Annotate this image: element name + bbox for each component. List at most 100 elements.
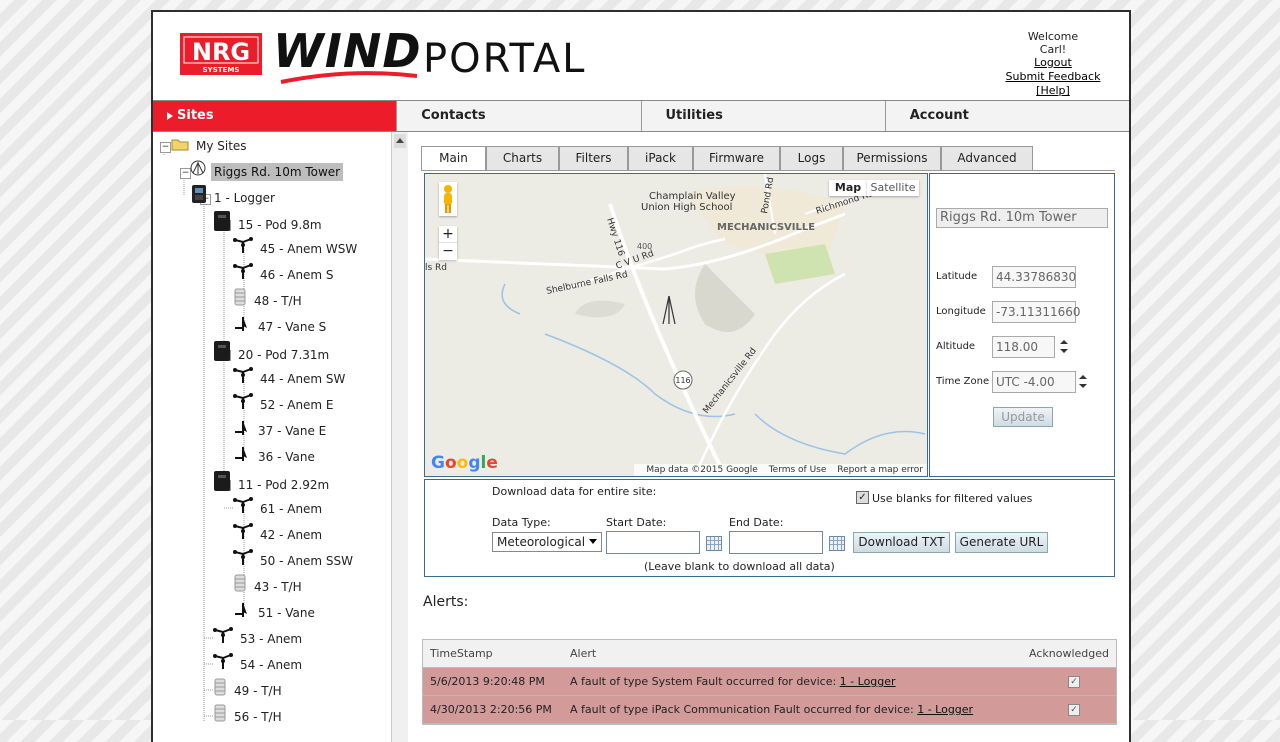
nav-account[interactable]: Account (885, 101, 1129, 131)
temp-humidity-icon (213, 704, 227, 730)
tree-node-label: 46 - Anem S (260, 267, 334, 282)
tree-node[interactable]: 56 - T/H (213, 704, 285, 728)
site-info-panel: Riggs Rd. 10m Tower Latitude 44.33786830… (929, 173, 1115, 477)
end-date-input[interactable] (729, 531, 823, 554)
start-date-label: Start Date: (606, 516, 667, 529)
tree-node[interactable]: 20 - Pod 7.31m (213, 340, 332, 364)
tab-permissions[interactable]: Permissions (843, 146, 941, 170)
latitude-field[interactable]: 44.33786830 (992, 266, 1076, 288)
zoom-out-icon[interactable]: − (439, 242, 457, 259)
site-name-field[interactable]: Riggs Rd. 10m Tower (936, 208, 1108, 228)
chevron-down-icon (589, 539, 597, 544)
map-terms-link[interactable]: Terms of Use (769, 465, 827, 475)
map-label-town: MECHANICSVILLE (717, 222, 815, 233)
tree-node[interactable]: 42 - Anem (233, 522, 325, 546)
tree-node[interactable]: 37 - Vane E (233, 418, 329, 442)
tree-node[interactable]: My Sites (171, 134, 250, 158)
arrow-right-icon (167, 112, 173, 120)
tree-node[interactable]: 49 - T/H (213, 678, 285, 702)
tree-node[interactable]: 51 - Vane (233, 600, 318, 624)
tab-main[interactable]: Main (421, 146, 486, 171)
route-116-shield: 116 (675, 376, 690, 385)
street-view-pegman-icon[interactable] (439, 182, 457, 216)
map-type-satellite-button[interactable]: Satellite (867, 180, 919, 196)
end-calendar-icon[interactable] (829, 536, 845, 551)
tree-scrollbar[interactable] (391, 132, 408, 742)
anemometer-icon (233, 522, 253, 548)
tree-node-label: 43 - T/H (254, 579, 302, 594)
acknowledged-checkbox[interactable]: ✓ (1068, 676, 1080, 688)
generate-url-button[interactable]: Generate URL (955, 532, 1048, 553)
altitude-field[interactable]: 118.00 (992, 336, 1055, 358)
tree-node-label: 52 - Anem E (260, 397, 334, 412)
tab-advanced[interactable]: Advanced (941, 146, 1033, 170)
tree-node-label: 47 - Vane S (258, 319, 327, 334)
map-report-link[interactable]: Report a map error (837, 465, 923, 475)
tree-node[interactable]: 54 - Anem (213, 652, 305, 676)
longitude-field[interactable]: -73.11311660 (992, 301, 1081, 323)
tree-node[interactable]: 1 - Logger (191, 184, 278, 208)
tree-node[interactable]: 45 - Anem WSW (233, 236, 360, 260)
use-blanks-checkbox[interactable]: ✓ (856, 491, 869, 504)
tree-node-label: 54 - Anem (240, 657, 303, 672)
timezone-spinner-icon[interactable] (1079, 375, 1087, 389)
nav-contacts[interactable]: Contacts (397, 101, 642, 131)
nav-utilities[interactable]: Utilities (641, 101, 886, 131)
tree-node[interactable]: Riggs Rd. 10m Tower (189, 159, 344, 183)
tree-node-label: 51 - Vane (258, 605, 315, 620)
tab-charts[interactable]: Charts (486, 146, 559, 170)
vane-icon (233, 600, 251, 626)
tree-node[interactable]: 15 - Pod 9.8m (213, 210, 325, 234)
tree-node-label: 61 - Anem (260, 501, 323, 516)
submit-feedback-link[interactable]: Submit Feedback (998, 70, 1108, 83)
map-type-map-button[interactable]: Map (829, 180, 867, 196)
tree-node-label: 11 - Pod 2.92m (238, 477, 330, 492)
nrg-logo-text: NRG (192, 38, 250, 66)
scroll-up-icon[interactable] (394, 134, 406, 148)
alert-device-link[interactable]: 1 - Logger (840, 675, 896, 688)
alert-text: A fault of type iPack Communication Faul… (570, 703, 918, 716)
tab-filters[interactable]: Filters (559, 146, 628, 170)
acknowledged-checkbox[interactable]: ✓ (1068, 704, 1080, 716)
tab-logs[interactable]: Logs (780, 146, 843, 170)
start-date-input[interactable] (606, 531, 700, 554)
tab-ipack[interactable]: iPack (628, 146, 693, 170)
tree-collapse-icon[interactable]: − (160, 142, 171, 153)
altitude-spinner-icon[interactable] (1060, 340, 1068, 354)
tree-node[interactable]: 44 - Anem SW (233, 366, 348, 390)
site-map[interactable]: 116 Champlain Valley Union High School M… (424, 173, 928, 477)
tab-firmware[interactable]: Firmware (693, 146, 780, 170)
logout-link[interactable]: Logout (998, 56, 1108, 69)
tree-node[interactable]: 61 - Anem (233, 496, 325, 520)
tab-divider (421, 170, 1115, 171)
col-alert: Alert (570, 647, 597, 660)
tree-node[interactable]: 52 - Anem E (233, 392, 337, 416)
anemometer-icon (233, 236, 253, 262)
folder-icon (171, 135, 189, 159)
vane-icon (233, 418, 251, 444)
data-type-select[interactable]: Meteorological (492, 532, 602, 552)
logo-portal: PORTAL (423, 36, 587, 82)
zoom-in-icon[interactable]: + (439, 226, 457, 242)
tree-node[interactable]: 11 - Pod 2.92m (213, 470, 332, 494)
help-link[interactable]: [Help] (998, 84, 1108, 97)
tree-node-label: 1 - Logger (214, 190, 275, 205)
tree-node[interactable]: 47 - Vane S (233, 314, 329, 338)
nav-sites[interactable]: Sites (153, 101, 398, 131)
alerts-table: TimeStamp Alert Acknowledged 5/6/2013 9:… (422, 639, 1117, 725)
tree-node[interactable]: 36 - Vane (233, 444, 318, 468)
col-acknowledged: Acknowledged (1029, 647, 1109, 660)
download-txt-button[interactable]: Download TXT (853, 532, 950, 553)
map-label-school-2: Union High School (641, 202, 732, 213)
update-button[interactable]: Update (993, 407, 1053, 427)
nav-account-label: Account (909, 108, 969, 123)
timezone-field[interactable]: UTC -4.00 (992, 371, 1076, 393)
alert-device-link[interactable]: 1 - Logger (917, 703, 973, 716)
start-calendar-icon[interactable] (706, 536, 722, 551)
main-nav: Sites Contacts Utilities Account (153, 100, 1129, 132)
tree-node[interactable]: 48 - T/H (233, 288, 305, 312)
tree-node[interactable]: 43 - T/H (233, 574, 305, 598)
tree-node[interactable]: 46 - Anem S (233, 262, 337, 286)
tree-node[interactable]: 50 - Anem SSW (233, 548, 356, 572)
tree-node[interactable]: 53 - Anem (213, 626, 305, 650)
